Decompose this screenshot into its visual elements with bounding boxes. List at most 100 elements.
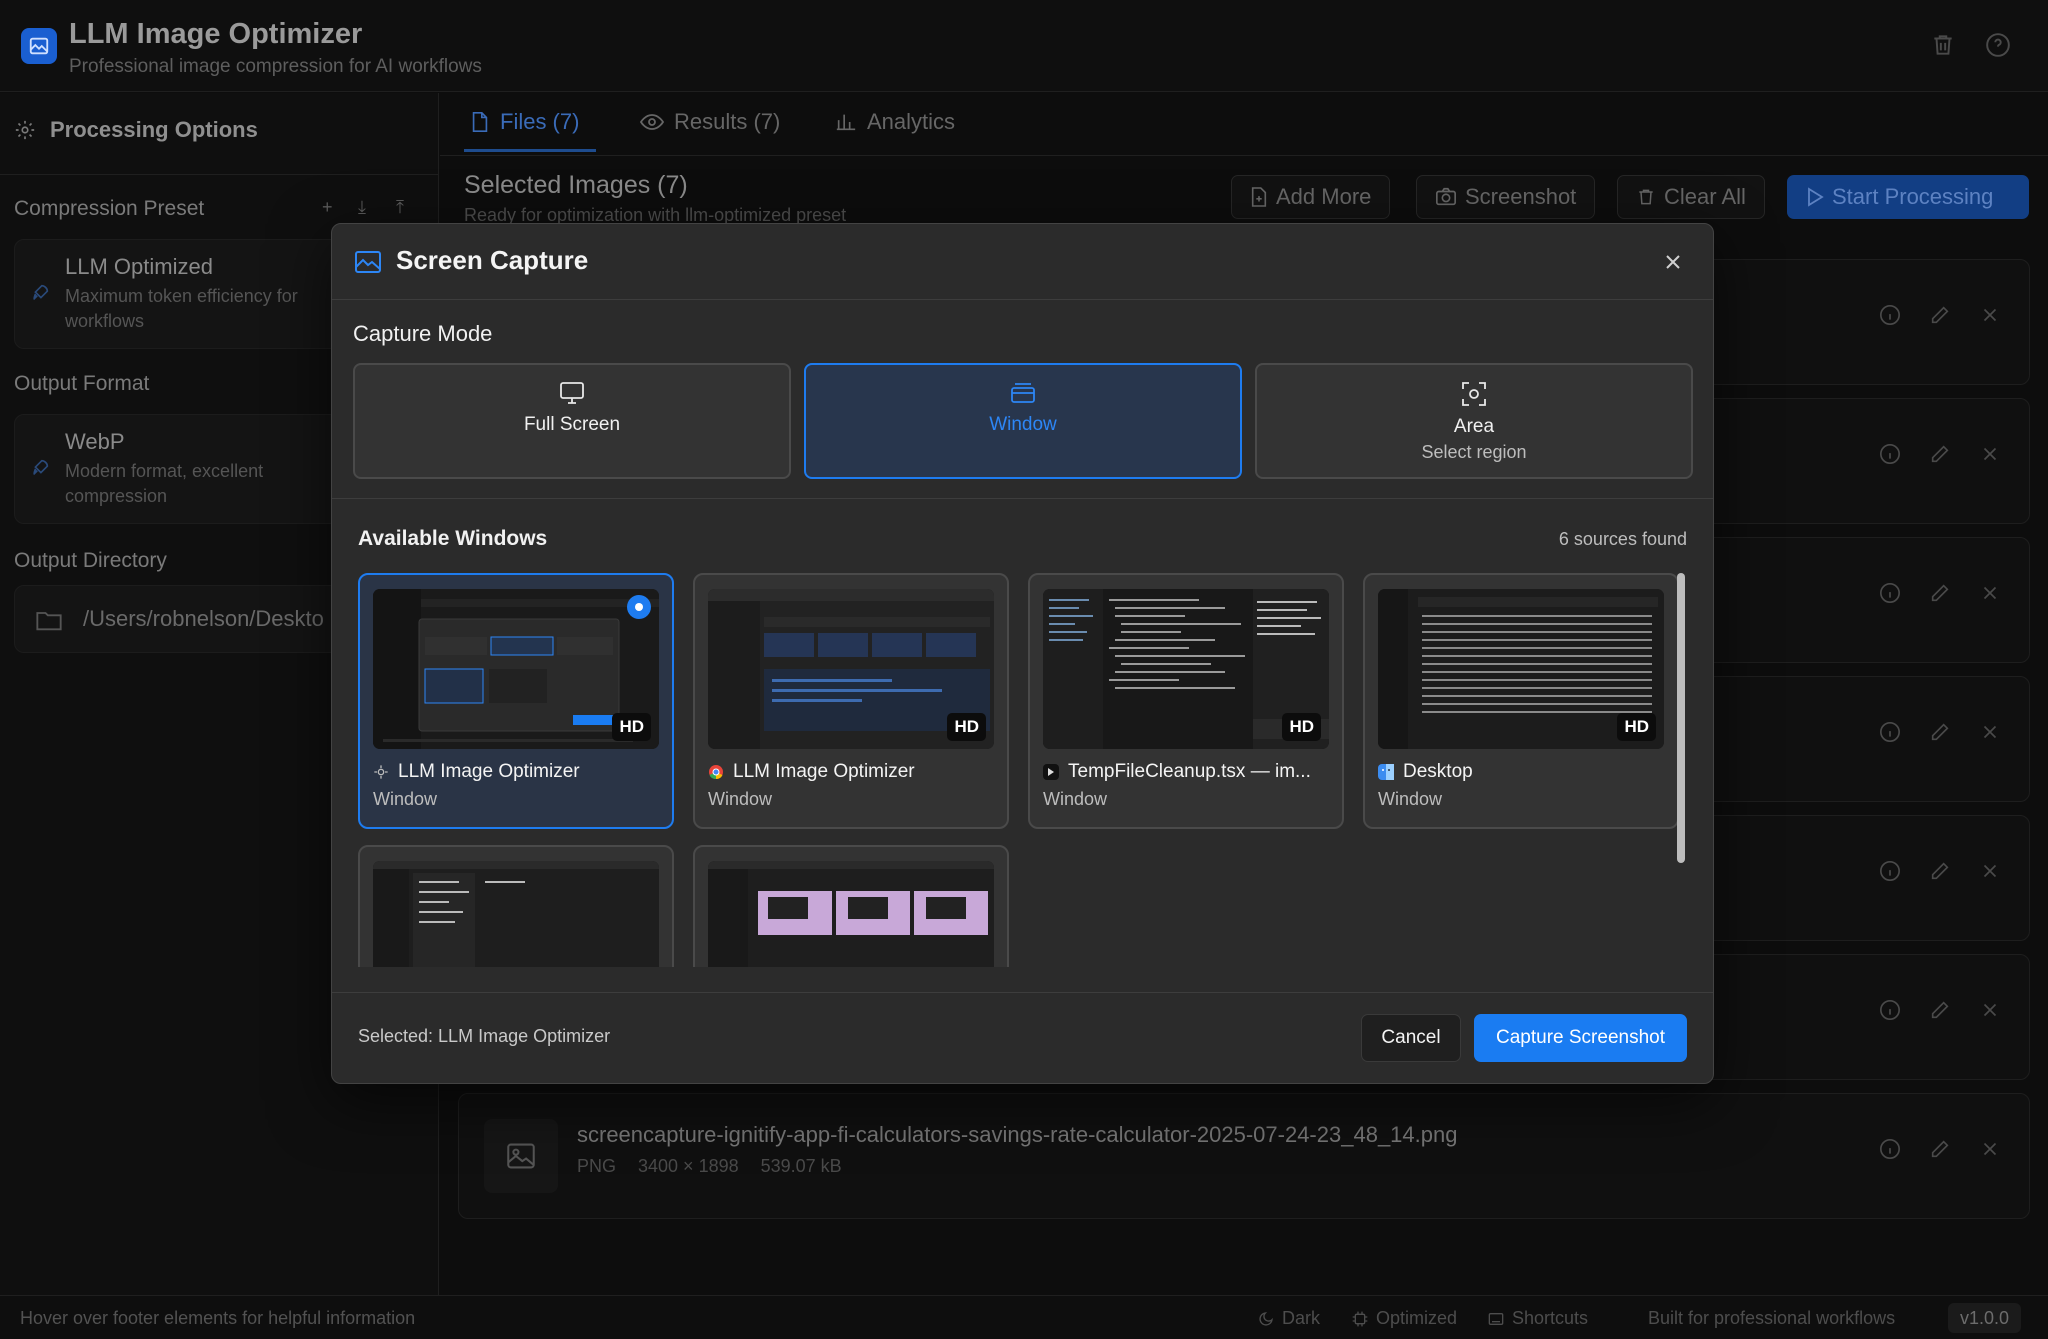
window-source-card[interactable]: HD LLM Image Optimizer Window (693, 573, 1009, 829)
folder-icon (35, 608, 63, 632)
theme-toggle[interactable]: Dark (1258, 1308, 1320, 1329)
camera-icon (1435, 187, 1457, 207)
output-format-label: Output Format (14, 372, 150, 395)
crop-area-icon (1461, 381, 1487, 407)
file-size: 539.07 kB (760, 1156, 842, 1176)
file-row[interactable]: screencapture-ignitify-app-fi-calculator… (458, 1093, 2030, 1219)
info-icon[interactable] (1879, 999, 1901, 1021)
file-format: PNG (577, 1156, 617, 1176)
close-icon[interactable] (1663, 252, 1685, 274)
remove-icon[interactable] (1979, 860, 2001, 882)
help-icon[interactable] (1985, 32, 2013, 60)
image-icon (484, 1119, 558, 1193)
cancel-button[interactable]: Cancel (1361, 1014, 1461, 1062)
window-source-card[interactable] (358, 845, 674, 967)
sources-count: 6 sources found (1558, 529, 1687, 549)
sidebar-header: Processing Options (0, 93, 439, 175)
info-icon[interactable] (1879, 443, 1901, 465)
add-more-button[interactable]: Add More (1231, 175, 1391, 219)
theme-label: Dark (1282, 1308, 1321, 1328)
dialog-header: Screen Capture (332, 224, 1713, 300)
footer-tagline: Built for professional workflows (1648, 1308, 1896, 1328)
window-icon (1010, 381, 1036, 405)
info-icon[interactable] (1879, 582, 1901, 604)
gear-app-icon (373, 764, 389, 780)
available-windows-title: Available Windows (358, 527, 548, 550)
window-source-card[interactable]: HD LLM Image Optimizer Window (358, 573, 674, 829)
mode-window[interactable]: Window (804, 363, 1242, 479)
edit-icon[interactable] (1929, 304, 1951, 326)
windows-grid: HD LLM Image Optimizer Window HD LLM Ima… (358, 573, 1678, 967)
sidebar-title: Processing Options (50, 117, 258, 142)
edit-icon[interactable] (1929, 443, 1951, 465)
image-icon (354, 250, 382, 274)
info-icon[interactable] (1879, 1138, 1901, 1160)
shortcuts-button[interactable]: Shortcuts (1488, 1308, 1588, 1329)
edit-icon[interactable] (1929, 721, 1951, 743)
hd-badge: HD (1617, 713, 1656, 741)
edit-icon[interactable] (1929, 999, 1951, 1021)
output-directory-field[interactable]: /Users/robnelson/Deskto (14, 585, 344, 653)
mode-area[interactable]: Area Select region (1255, 363, 1693, 479)
clear-all-button[interactable]: Clear All (1617, 175, 1765, 219)
capture-screenshot-button[interactable]: Capture Screenshot (1474, 1014, 1687, 1062)
start-processing-button[interactable]: Start Processing (1787, 175, 2029, 219)
trash-icon[interactable] (1930, 32, 1958, 60)
remove-icon[interactable] (1979, 999, 2001, 1021)
export-preset-icon[interactable]: ⤒ (396, 197, 404, 218)
window-source-card[interactable] (693, 845, 1009, 967)
window-title: LLM Image Optimizer (398, 761, 580, 782)
tab-files[interactable]: Files (7) (470, 109, 579, 135)
import-preset-icon[interactable]: ⤓ (358, 197, 366, 218)
eye-icon (640, 112, 664, 132)
window-thumbnail: HD (1043, 589, 1329, 749)
rocket-icon (29, 282, 51, 304)
window-title: LLM Image Optimizer (733, 761, 915, 782)
remove-icon[interactable] (1979, 304, 2001, 326)
add-more-label: Add More (1276, 184, 1372, 209)
divider (332, 498, 1713, 499)
window-type: Window (373, 789, 438, 809)
remove-icon[interactable] (1979, 443, 2001, 465)
app-subtitle: Professional image compression for AI wo… (69, 56, 482, 77)
edit-icon[interactable] (1929, 1138, 1951, 1160)
capture-mode-label: Capture Mode (353, 321, 493, 346)
status-label: Optimized (1376, 1308, 1458, 1328)
file-plus-icon (1250, 186, 1268, 208)
edit-icon[interactable] (1929, 582, 1951, 604)
cursor-editor-icon (1043, 764, 1059, 780)
window-type: Window (708, 789, 773, 809)
info-icon[interactable] (1879, 721, 1901, 743)
compression-preset-label: Compression Preset (14, 197, 205, 220)
tab-results[interactable]: Results (7) (640, 109, 780, 135)
screenshot-label: Screenshot (1465, 184, 1577, 209)
remove-icon[interactable] (1979, 1138, 2001, 1160)
app-footer: Hover over footer elements for helpful i… (0, 1295, 2048, 1339)
add-preset-icon[interactable]: + (322, 197, 333, 218)
shortcuts-label: Shortcuts (1512, 1308, 1589, 1328)
hd-badge: HD (612, 713, 651, 741)
output-format-card[interactable]: WebP Modern format, excellent compressio… (14, 414, 344, 524)
footer-hint: Hover over footer elements for helpful i… (20, 1308, 416, 1328)
preset-description: Maximum token efficiency for workflows (65, 286, 298, 331)
remove-icon[interactable] (1979, 721, 2001, 743)
info-icon[interactable] (1879, 860, 1901, 882)
window-source-card[interactable]: HD TempFileCleanup.tsx — im... Window (1028, 573, 1344, 829)
info-icon[interactable] (1879, 304, 1901, 326)
screenshot-button[interactable]: Screenshot (1416, 175, 1596, 219)
status-indicator[interactable]: Optimized (1352, 1308, 1457, 1329)
compression-preset-card[interactable]: LLM Optimized Maximum token efficiency f… (14, 239, 344, 349)
tab-results-label: Results (7) (674, 109, 781, 134)
tab-analytics[interactable]: Analytics (835, 109, 955, 135)
edit-icon[interactable] (1929, 860, 1951, 882)
mode-full-screen[interactable]: Full Screen (353, 363, 791, 479)
window-source-card[interactable]: HD Desktop Window (1363, 573, 1678, 829)
tab-files-label: Files (7) (500, 109, 580, 134)
window-thumbnail: HD (1378, 589, 1664, 749)
window-title: Desktop (1403, 761, 1473, 782)
output-directory-label: Output Directory (14, 549, 167, 572)
remove-icon[interactable] (1979, 582, 2001, 604)
active-tab-indicator (464, 149, 596, 152)
chip-icon (1352, 1311, 1368, 1327)
windows-scrollbar[interactable] (1677, 573, 1685, 863)
